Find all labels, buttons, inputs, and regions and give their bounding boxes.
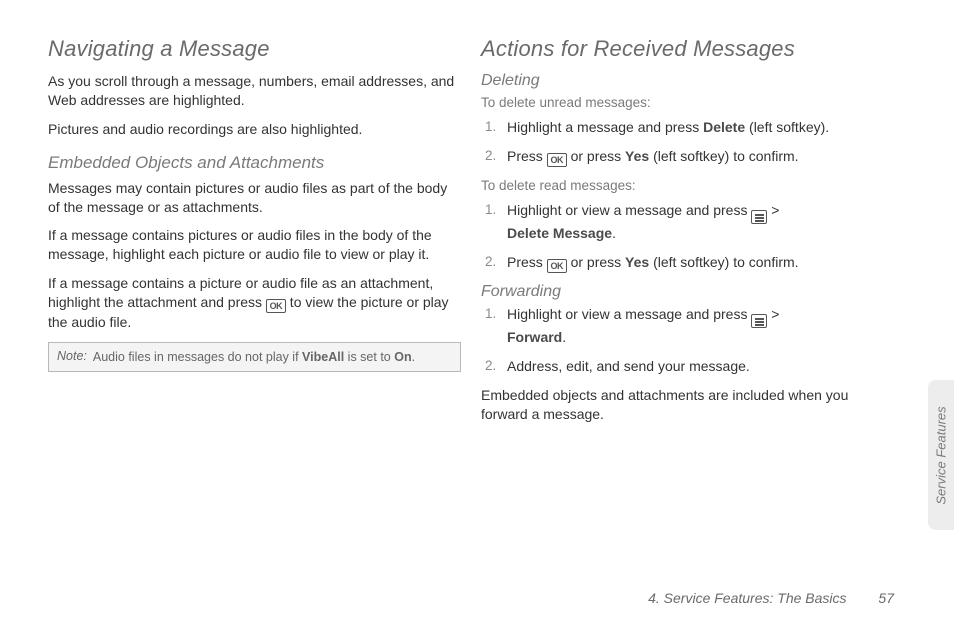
page-footer: 4. Service Features: The Basics 57 bbox=[648, 590, 894, 606]
text-fragment: (left softkey) to confirm. bbox=[649, 148, 798, 164]
note-label: Note: bbox=[57, 349, 87, 365]
left-column: Navigating a Message As you scroll throu… bbox=[48, 36, 461, 434]
footer-page-number: 57 bbox=[878, 590, 894, 606]
softkey-label: Yes bbox=[625, 148, 649, 164]
step-item: Highlight or view a message and press > … bbox=[507, 201, 894, 243]
menu-key-icon bbox=[751, 210, 767, 224]
step-item: Press OK or press Yes (left softkey) to … bbox=[507, 147, 894, 167]
paragraph: Messages may contain pictures or audio f… bbox=[48, 179, 461, 217]
text-fragment: > bbox=[767, 202, 779, 218]
menu-key-icon bbox=[751, 314, 767, 328]
heading-forwarding: Forwarding bbox=[481, 283, 894, 301]
note-box: Note: Audio files in messages do not pla… bbox=[48, 342, 461, 372]
heading-actions: Actions for Received Messages bbox=[481, 36, 894, 62]
section-tab-label: Service Features bbox=[934, 406, 949, 504]
note-strong: VibeAll bbox=[302, 350, 344, 364]
heading-embedded-objects: Embedded Objects and Attachments bbox=[48, 153, 461, 173]
ok-key-icon: OK bbox=[547, 259, 567, 273]
softkey-label: Delete bbox=[703, 119, 745, 135]
step-item: Highlight a message and press Delete (le… bbox=[507, 118, 894, 137]
text-fragment: Press bbox=[507, 148, 547, 164]
text-fragment: Highlight a message and press bbox=[507, 119, 703, 135]
footer-chapter: 4. Service Features: The Basics bbox=[648, 590, 846, 606]
text-fragment: (left softkey). bbox=[745, 119, 829, 135]
paragraph: Embedded objects and attachments are inc… bbox=[481, 386, 894, 424]
note-body: Audio files in messages do not play if V… bbox=[93, 349, 415, 365]
paragraph: If a message contains a picture or audio… bbox=[48, 274, 461, 332]
ok-key-icon: OK bbox=[547, 153, 567, 167]
ok-key-icon: OK bbox=[266, 299, 286, 313]
text-fragment: (left softkey) to confirm. bbox=[649, 254, 798, 270]
paragraph: If a message contains pictures or audio … bbox=[48, 226, 461, 264]
heading-deleting: Deleting bbox=[481, 72, 894, 90]
text-fragment: Press bbox=[507, 254, 547, 270]
heading-navigating: Navigating a Message bbox=[48, 36, 461, 62]
paragraph: Pictures and audio recordings are also h… bbox=[48, 120, 461, 139]
text-fragment: Highlight or view a message and press bbox=[507, 306, 751, 322]
steps-delete-read: Highlight or view a message and press > … bbox=[481, 201, 894, 273]
text-fragment: or press bbox=[567, 148, 625, 164]
text-fragment: Audio files in messages do not play if bbox=[93, 350, 302, 364]
paragraph: As you scroll through a message, numbers… bbox=[48, 72, 461, 110]
leadin-delete-unread: To delete unread messages: bbox=[481, 94, 894, 112]
text-fragment: . bbox=[612, 225, 616, 241]
steps-delete-unread: Highlight a message and press Delete (le… bbox=[481, 118, 894, 167]
menu-path-label: Delete Message bbox=[507, 225, 612, 241]
text-fragment: . bbox=[562, 329, 566, 345]
text-fragment: . bbox=[412, 350, 415, 364]
text-fragment: > bbox=[767, 306, 779, 322]
text-fragment: is set to bbox=[344, 350, 394, 364]
text-fragment: or press bbox=[567, 254, 625, 270]
note-strong: On bbox=[394, 350, 411, 364]
leadin-delete-read: To delete read messages: bbox=[481, 177, 894, 195]
softkey-label: Yes bbox=[625, 254, 649, 270]
right-column: Actions for Received Messages Deleting T… bbox=[481, 36, 894, 434]
steps-forwarding: Highlight or view a message and press > … bbox=[481, 305, 894, 376]
step-item: Press OK or press Yes (left softkey) to … bbox=[507, 253, 894, 273]
section-tab: Service Features bbox=[928, 380, 954, 530]
step-item: Address, edit, and send your message. bbox=[507, 357, 894, 376]
text-fragment: Highlight or view a message and press bbox=[507, 202, 751, 218]
step-item: Highlight or view a message and press > … bbox=[507, 305, 894, 347]
page-content: Navigating a Message As you scroll throu… bbox=[0, 0, 954, 434]
menu-path-label: Forward bbox=[507, 329, 562, 345]
